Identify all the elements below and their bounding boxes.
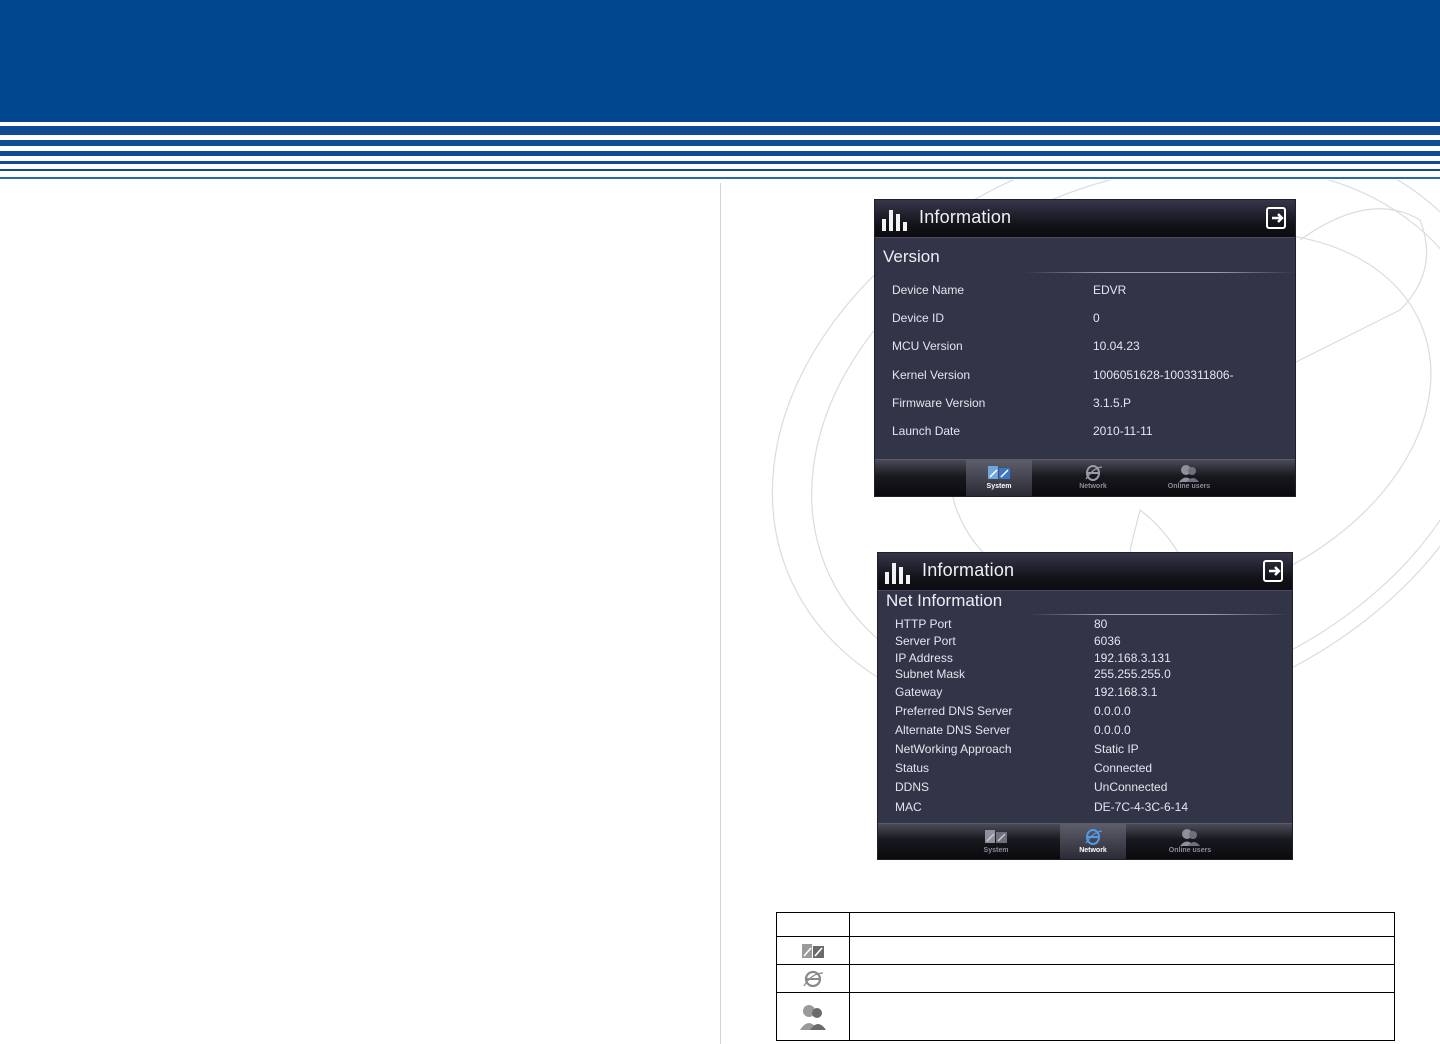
tab-network[interactable]: Network — [1060, 824, 1126, 859]
info-value: 0 — [1093, 311, 1100, 325]
tab-network[interactable]: Network — [1060, 460, 1126, 496]
table-cell — [849, 912, 1395, 937]
info-label: NetWorking Approach — [895, 742, 1012, 756]
info-label: Gateway — [895, 685, 943, 699]
tab-label: System — [986, 483, 1012, 490]
info-value: 255.255.255.0 — [1094, 667, 1171, 681]
info-label: Server Port — [895, 634, 956, 648]
info-label: Status — [895, 761, 930, 775]
exit-icon[interactable] — [1262, 559, 1286, 583]
header-stripe — [0, 151, 1440, 156]
title-bar: Information — [878, 553, 1292, 591]
system-icon — [985, 830, 1007, 843]
info-label: Launch Date — [892, 424, 961, 438]
header-stripe — [0, 161, 1440, 164]
info-value: 1006051628-1003311806- — [1093, 368, 1234, 382]
info-value: UnConnected — [1094, 780, 1168, 794]
table-row — [776, 964, 1395, 993]
info-value: 2010-11-11 — [1093, 424, 1153, 438]
table-cell — [849, 936, 1395, 965]
info-label: Device ID — [892, 311, 945, 325]
header-banner — [0, 0, 1440, 122]
info-label: Kernel Version — [892, 368, 971, 382]
info-value: Connected — [1094, 761, 1153, 775]
tab-label: Network — [1079, 847, 1107, 854]
info-value: 192.168.3.131 — [1094, 651, 1171, 665]
tab-bar: System Network Online users — [878, 823, 1292, 859]
info-label: MAC — [895, 800, 922, 814]
bar-chart-logo-icon — [882, 210, 907, 231]
column-divider — [720, 183, 721, 1044]
tab-online-users[interactable]: Online users — [1153, 824, 1227, 859]
bar-chart-logo-icon — [885, 563, 910, 584]
network-icon — [803, 970, 824, 987]
info-label: HTTP Port — [895, 617, 952, 631]
network-icon — [1085, 829, 1103, 845]
info-label: Subnet Mask — [895, 667, 966, 681]
exit-icon[interactable] — [1265, 206, 1289, 230]
icon-legend-table — [776, 912, 1395, 1041]
info-value: 0.0.0.0 — [1094, 723, 1131, 737]
tab-bar: System Network Online users — [875, 459, 1295, 496]
title-bar: Information — [875, 200, 1295, 238]
info-label: MCU Version — [892, 339, 963, 353]
info-value: 3.1.5.P — [1093, 396, 1132, 410]
info-label: Firmware Version — [892, 396, 986, 410]
table-row — [776, 912, 1395, 937]
table-cell — [776, 992, 850, 1041]
table-cell — [776, 912, 850, 937]
table-cell — [849, 964, 1395, 993]
online-users-icon — [800, 1004, 826, 1030]
info-label: Alternate DNS Server — [895, 723, 1011, 737]
info-value: 10.04.23 — [1093, 339, 1140, 353]
header-stripe — [0, 169, 1440, 171]
network-icon — [1085, 465, 1103, 481]
header-stripe — [0, 140, 1440, 146]
tab-label: Online users — [1167, 483, 1211, 490]
info-value: 192.168.3.1 — [1094, 685, 1158, 699]
info-value: EDVR — [1093, 283, 1127, 297]
info-label: IP Address — [895, 651, 953, 665]
tab-system[interactable]: System — [966, 460, 1032, 496]
info-value: 0.0.0.0 — [1094, 704, 1131, 718]
system-icon — [802, 943, 824, 958]
section-title: Version — [883, 247, 940, 266]
table-cell — [776, 936, 850, 965]
online-users-icon — [1180, 829, 1200, 846]
section-title: Net Information — [886, 591, 1003, 610]
table-cell — [849, 992, 1395, 1041]
tab-online-users[interactable]: Online users — [1152, 460, 1226, 496]
tab-label: Network — [1079, 483, 1107, 490]
info-value: DE-7C-4-3C-6-14 — [1094, 800, 1189, 814]
info-value: 80 — [1094, 617, 1108, 631]
tab-system[interactable]: System — [963, 824, 1029, 859]
tab-label: System — [983, 847, 1009, 854]
table-row — [776, 936, 1395, 965]
info-value: Static IP — [1094, 742, 1139, 756]
network-info-screenshot: Information Net Information HTTP Port 80… — [877, 552, 1293, 860]
info-value: 6036 — [1094, 634, 1121, 648]
info-label: DDNS — [895, 780, 930, 794]
info-label: Device Name — [892, 283, 965, 297]
window-title: Information — [919, 207, 1012, 227]
tab-label: Online users — [1168, 847, 1212, 854]
system-info-screenshot: Information Version Device Name EDVR Dev… — [874, 199, 1296, 497]
window-title: Information — [922, 560, 1015, 580]
system-icon — [988, 466, 1010, 479]
table-row — [776, 992, 1395, 1041]
header-stripe — [0, 177, 1440, 179]
info-label: Preferred DNS Server — [895, 704, 1013, 718]
section-rule — [1025, 272, 1295, 273]
table-cell — [776, 964, 850, 993]
online-users-icon — [1179, 465, 1199, 482]
section-rule — [1028, 614, 1288, 615]
header-stripe — [0, 126, 1440, 135]
